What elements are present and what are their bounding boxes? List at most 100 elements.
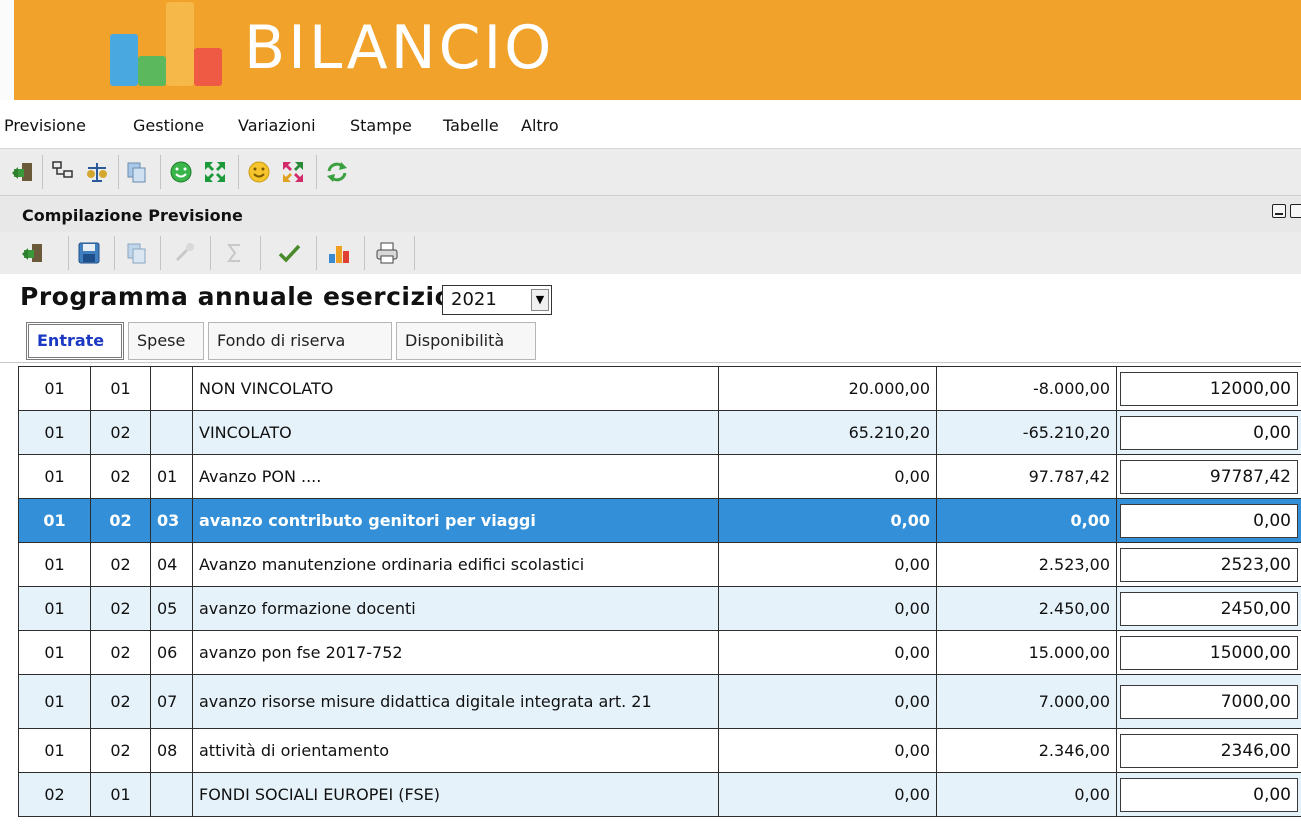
- toolbar-separator: [118, 155, 119, 189]
- menu-altro[interactable]: Altro: [521, 116, 559, 135]
- row-value-1: 0,00: [718, 674, 937, 729]
- row-value-1: 0,00: [718, 454, 937, 499]
- print-icon[interactable]: [374, 240, 400, 266]
- chart-icon[interactable]: [326, 240, 352, 266]
- row-code-1: 02: [18, 772, 91, 817]
- logo-bar-blue: [110, 34, 138, 86]
- menu-variazioni[interactable]: Variazioni: [238, 116, 316, 135]
- green-arrows-icon[interactable]: [202, 159, 228, 185]
- row-input-cell: 2450,00: [1116, 586, 1301, 631]
- refresh-icon[interactable]: [324, 159, 350, 185]
- table-row[interactable]: 01 02 01 Avanzo PON .... 0,00 97.787,42 97787,…: [18, 454, 1301, 499]
- amount-input[interactable]: 2523,00: [1120, 547, 1298, 582]
- amount-input[interactable]: 97787,42: [1120, 459, 1298, 494]
- logo-bar-red: [194, 48, 222, 86]
- row-code-3: 04: [150, 542, 193, 587]
- toolbar-separator: [260, 236, 261, 270]
- row-code-2: 02: [90, 728, 151, 773]
- row-input-cell: 2523,00: [1116, 542, 1301, 587]
- wizard-icon[interactable]: [172, 240, 198, 266]
- sum-icon[interactable]: [222, 240, 248, 266]
- row-value-1: 20.000,00: [718, 366, 937, 411]
- row-description: attività di orientamento: [192, 728, 719, 773]
- amount-input[interactable]: 0,00: [1120, 777, 1298, 812]
- tab-spese[interactable]: Spese: [128, 322, 204, 360]
- row-code-3: 08: [150, 728, 193, 773]
- toolbar-separator: [414, 236, 415, 270]
- minimize-button[interactable]: [1272, 204, 1286, 218]
- menu-previsione[interactable]: Previsione: [4, 116, 86, 135]
- heading-row: Programma annuale esercizio 2021 ▼: [0, 274, 1301, 318]
- row-value-1: 0,00: [718, 772, 937, 817]
- tree-icon[interactable]: [50, 159, 76, 185]
- balance-icon[interactable]: [84, 159, 110, 185]
- menu-gestione[interactable]: Gestione: [133, 116, 204, 135]
- tab-entrate[interactable]: Entrate: [26, 322, 124, 360]
- amount-input[interactable]: 0,00: [1120, 415, 1298, 450]
- chevron-down-icon[interactable]: ▼: [531, 289, 549, 311]
- tab-fondo-di-riserva[interactable]: Fondo di riserva: [208, 322, 392, 360]
- row-value-2: -65.210,20: [936, 410, 1117, 455]
- row-input-cell: 0,00: [1116, 772, 1301, 817]
- row-code-1: 01: [18, 586, 91, 631]
- row-code-1: 01: [18, 630, 91, 675]
- row-code-1: 01: [18, 366, 91, 411]
- row-code-1: 01: [18, 454, 91, 499]
- previsione-table: 01 01 NON VINCOLATO 20.000,00 -8.000,00 12000…: [18, 366, 1301, 817]
- toolbar-separator: [210, 236, 211, 270]
- table-row[interactable]: 01 02 06 avanzo pon fse 2017-752 0,00 15.000,…: [18, 630, 1301, 675]
- row-code-3: [150, 366, 193, 411]
- amount-input[interactable]: 15000,00: [1120, 635, 1298, 670]
- row-code-2: 02: [90, 542, 151, 587]
- row-code-2: 02: [90, 410, 151, 455]
- row-code-3: 03: [150, 498, 193, 543]
- row-value-2: 0,00: [936, 772, 1117, 817]
- table-row[interactable]: 01 02 07 avanzo risorse misure didattica di…: [18, 674, 1301, 729]
- row-input-cell: 12000,00: [1116, 366, 1301, 411]
- amount-input[interactable]: 12000,00: [1120, 371, 1298, 406]
- check-icon[interactable]: [276, 240, 302, 266]
- year-select-value: 2021: [451, 289, 497, 310]
- row-input-cell: 0,00: [1116, 498, 1301, 543]
- row-value-2: 7.000,00: [936, 674, 1117, 729]
- amount-input[interactable]: 7000,00: [1120, 684, 1298, 719]
- copy-icon[interactable]: [124, 240, 150, 266]
- row-code-3: 07: [150, 674, 193, 729]
- save-icon[interactable]: [76, 240, 102, 266]
- amount-input[interactable]: 2450,00: [1120, 591, 1298, 626]
- toolbar-separator: [160, 236, 161, 270]
- green-smiley-icon[interactable]: [168, 159, 194, 185]
- toolbar-separator: [316, 155, 317, 189]
- row-code-2: 02: [90, 674, 151, 729]
- exit-icon[interactable]: [20, 240, 46, 266]
- table-row[interactable]: 01 01 NON VINCOLATO 20.000,00 -8.000,00 12000…: [18, 366, 1301, 411]
- row-input-cell: 7000,00: [1116, 674, 1301, 729]
- table-row[interactable]: 02 01 FONDI SOCIALI EUROPEI (FSE) 0,00 0,00 0…: [18, 772, 1301, 817]
- row-input-cell: 2346,00: [1116, 728, 1301, 773]
- maximize-button[interactable]: [1290, 204, 1301, 218]
- table-row[interactable]: 01 02 05 avanzo formazione docenti 0,00 2.450…: [18, 586, 1301, 631]
- year-select[interactable]: 2021 ▼: [442, 285, 552, 315]
- app-title: BILANCIO: [244, 13, 555, 83]
- amount-input[interactable]: 0,00: [1120, 503, 1298, 538]
- red-arrows-icon[interactable]: [280, 159, 306, 185]
- menu-tabelle[interactable]: Tabelle: [443, 116, 499, 135]
- row-code-2: 02: [90, 454, 151, 499]
- row-code-2: 02: [90, 586, 151, 631]
- table-row[interactable]: 01 02 VINCOLATO 65.210,20 -65.210,20 0,00: [18, 410, 1301, 455]
- table-row[interactable]: 01 02 08 attività di orientamento 0,00 2.346,…: [18, 728, 1301, 773]
- table-row[interactable]: 01 02 04 Avanzo manutenzione ordinaria edif…: [18, 542, 1301, 587]
- table-row[interactable]: 01 02 03 avanzo contributo genitori per via…: [18, 498, 1301, 543]
- menu-stampe[interactable]: Stampe: [350, 116, 412, 135]
- row-description: avanzo formazione docenti: [192, 586, 719, 631]
- tab-disponibilita[interactable]: Disponibilità: [396, 322, 536, 360]
- toolbar-separator: [160, 155, 161, 189]
- row-input-cell: 0,00: [1116, 410, 1301, 455]
- app-banner: BILANCIO: [0, 0, 1301, 100]
- toolbar-separator: [364, 236, 365, 270]
- yellow-smiley-icon[interactable]: [246, 159, 272, 185]
- copy-icon[interactable]: [124, 159, 150, 185]
- row-value-1: 0,00: [718, 728, 937, 773]
- amount-input[interactable]: 2346,00: [1120, 733, 1298, 768]
- exit-icon[interactable]: [10, 159, 36, 185]
